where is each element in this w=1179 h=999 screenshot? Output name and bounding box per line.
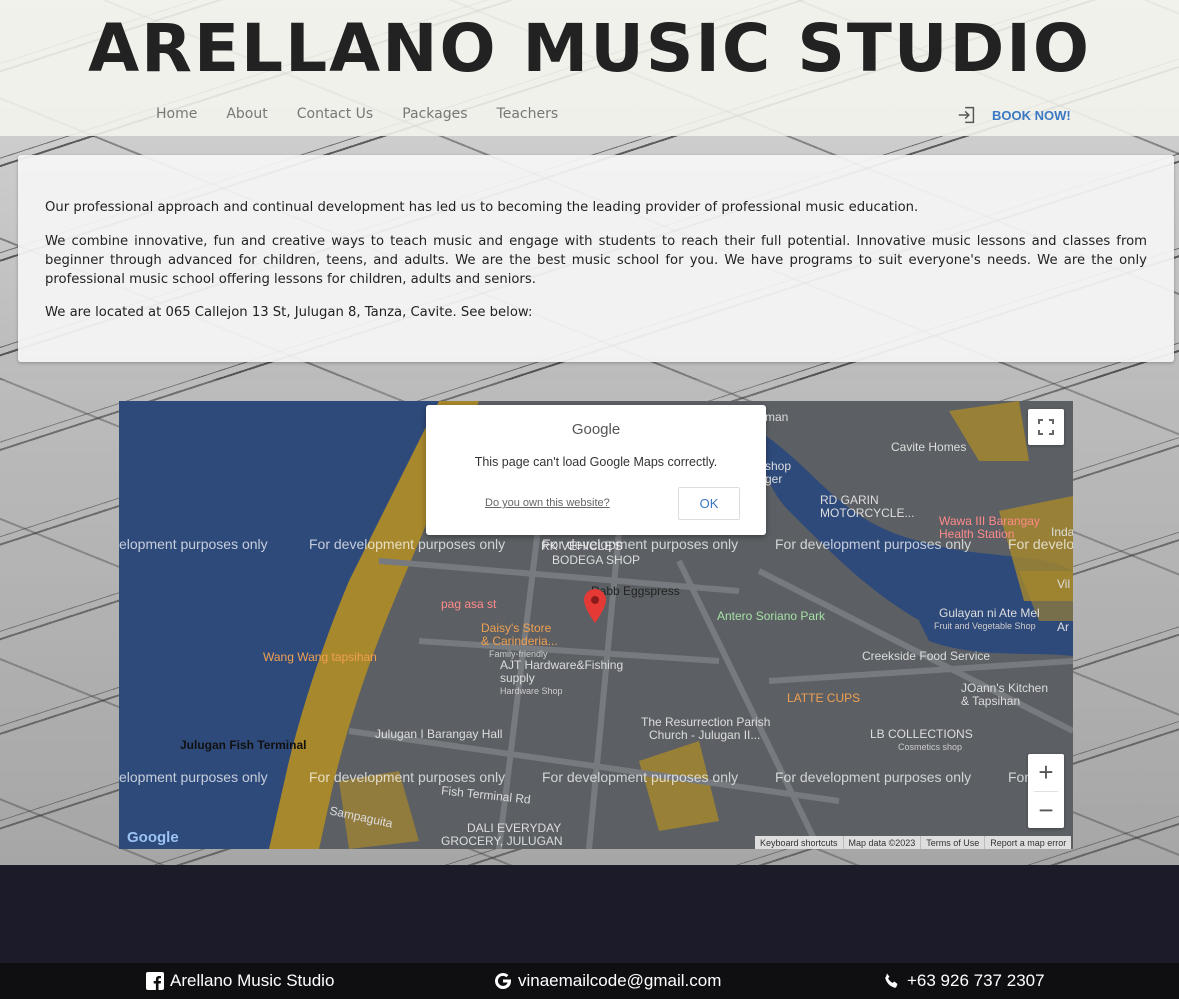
- footer-band: [0, 865, 1179, 963]
- intro-card: Our professional approach and continual …: [18, 155, 1174, 362]
- dev-watermark: For development purposes only: [309, 769, 506, 785]
- nav-packages[interactable]: Packages: [402, 106, 467, 122]
- zoom-in-button[interactable]: +: [1028, 754, 1064, 791]
- zoom-out-button[interactable]: −: [1028, 792, 1064, 829]
- footer-facebook-label: Arellano Music Studio: [170, 971, 335, 990]
- dev-watermark: For development purposes only: [542, 769, 739, 785]
- nav-home[interactable]: Home: [156, 106, 197, 122]
- footer-phone[interactable]: +63 926 737 2307: [883, 971, 1045, 991]
- map-label: Wang Wang tapsihan: [263, 650, 377, 664]
- facebook-icon: [146, 972, 164, 990]
- map-label: ger: [765, 472, 783, 486]
- maps-error-dialog: Google This page can't load Google Maps …: [426, 405, 766, 535]
- map-label: Church - Julugan II...: [649, 728, 761, 742]
- intro-paragraph-1: Our professional approach and continual …: [45, 200, 919, 215]
- map-data-label: Map data ©2023: [844, 836, 922, 849]
- dev-watermark: For develo: [1008, 536, 1073, 552]
- site-header: ARELLANO MUSIC STUDIO Home About Contact…: [0, 0, 1179, 136]
- map-label: Cosmetics shop: [898, 742, 963, 752]
- report-map-error-link[interactable]: Report a map error: [985, 836, 1071, 849]
- map-label: LATTE CUPS: [787, 691, 861, 705]
- nav-teachers[interactable]: Teachers: [497, 106, 559, 122]
- dev-watermark: For development purposes only: [542, 536, 739, 552]
- map-label: Fruit and Vegetable Shop: [934, 621, 1036, 631]
- google-map[interactable]: Google This page can't load Google Maps …: [119, 401, 1073, 849]
- map-label: Ar: [1057, 620, 1069, 634]
- map-label: LB COLLECTIONS: [870, 727, 973, 741]
- dev-watermark: For development purposes only: [775, 769, 972, 785]
- map-label: man: [765, 410, 789, 424]
- site-title: ARELLANO MUSIC STUDIO: [88, 10, 1091, 87]
- book-now-label: BOOK NOW!: [992, 107, 1071, 123]
- dev-watermark: elopment purposes only: [119, 769, 268, 785]
- map-label: MOTORCYCLE...: [820, 506, 915, 520]
- footer-phone-label: +63 926 737 2307: [907, 971, 1045, 990]
- dev-watermark: For development purposes only: [775, 536, 972, 552]
- fullscreen-button[interactable]: [1028, 409, 1064, 445]
- phone-icon: [885, 973, 898, 988]
- footer-email-label: vinaemailcode@gmail.com: [518, 971, 722, 990]
- keyboard-shortcuts-link[interactable]: Keyboard shortcuts: [755, 836, 844, 849]
- map-marker-icon[interactable]: [584, 589, 606, 623]
- site-footer: Arellano Music Studio vinaemailcode@gmai…: [0, 963, 1179, 999]
- map-label: Gulayan ni Ate Mel: [939, 606, 1040, 620]
- google-logo: Google: [127, 829, 179, 846]
- nav-about[interactable]: About: [226, 106, 267, 122]
- book-now-button[interactable]: BOOK NOW!: [956, 104, 1071, 126]
- zoom-controls: + −: [1028, 754, 1064, 828]
- dialog-ok-button[interactable]: OK: [678, 487, 740, 520]
- map-label: Antero Soriano Park: [717, 609, 826, 623]
- login-arrow-icon: [958, 106, 975, 124]
- footer-facebook[interactable]: Arellano Music Studio: [146, 971, 334, 991]
- intro-paragraph-2: We combine innovative, fun and creative …: [45, 234, 1147, 287]
- fullscreen-icon: [1038, 419, 1054, 435]
- dev-watermark: elopment purposes only: [119, 536, 268, 552]
- dialog-google-logo: Google: [571, 421, 621, 438]
- terms-of-use-link[interactable]: Terms of Use: [921, 836, 986, 849]
- dialog-message: This page can't load Google Maps correct…: [474, 455, 718, 469]
- map-label: Cavite Homes: [891, 440, 967, 454]
- map-label: BODEGA SHOP: [552, 553, 641, 567]
- map-label: Julugan I Barangay Hall: [375, 727, 503, 741]
- map-label: Hardware Shop: [500, 686, 563, 696]
- map-label: Vil: [1057, 577, 1071, 591]
- map-label: Creekside Food Service: [862, 649, 991, 663]
- map-label: & Carinderia...: [481, 634, 558, 648]
- map-label: Julugan Fish Terminal: [180, 738, 307, 752]
- map-attribution: Keyboard shortcuts Map data ©2023 Terms …: [755, 836, 1072, 849]
- map-label: pag asa st: [441, 597, 497, 611]
- map-label: supply: [500, 671, 535, 685]
- nav-contact-us[interactable]: Contact Us: [297, 106, 373, 122]
- dev-watermark: For development purposes only: [309, 536, 506, 552]
- footer-email[interactable]: vinaemailcode@gmail.com: [494, 971, 721, 991]
- dev-watermark: For: [1008, 769, 1029, 785]
- main-nav: Home About Contact Us Packages Teachers: [156, 106, 558, 122]
- map-label: & Tapsihan: [961, 694, 1021, 708]
- intro-paragraph-3: We are located at 065 Callejon 13 St, Ju…: [45, 305, 533, 320]
- own-website-link[interactable]: Do you own this website?: [485, 497, 610, 509]
- map-label: GROCERY, JULUGAN: [441, 834, 563, 848]
- google-icon: [494, 973, 511, 989]
